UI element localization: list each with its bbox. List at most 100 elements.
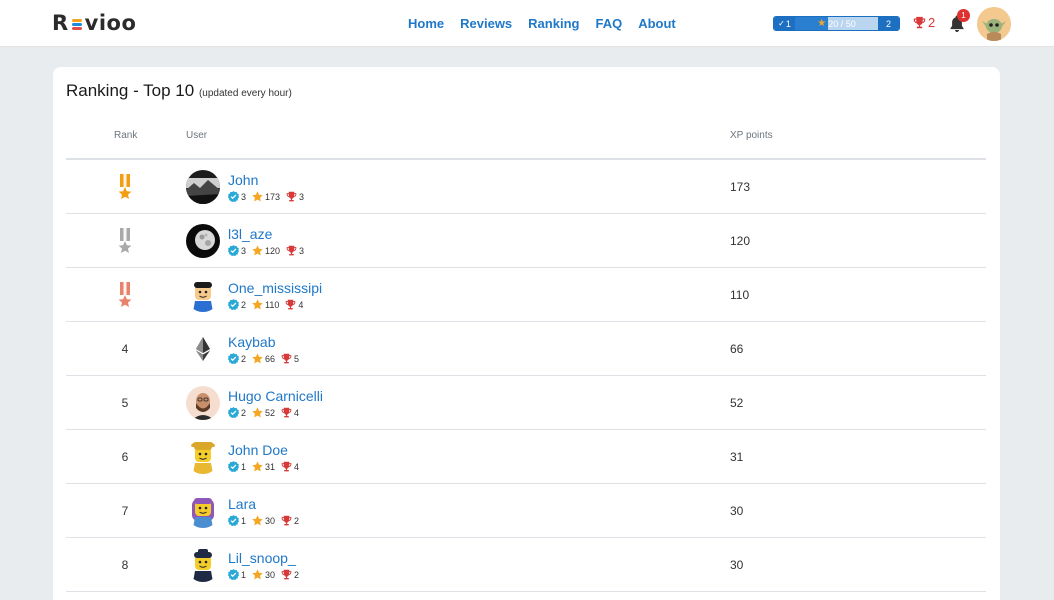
trophy-count: 2 <box>928 15 936 30</box>
ranking-card: Ranking - Top 10 (updated every hour) Ra… <box>53 67 1000 600</box>
xp-cell: 31 <box>730 450 744 464</box>
star-count: 52 <box>265 407 276 418</box>
user-avatar[interactable] <box>186 332 220 366</box>
page-title: Ranking - Top 10 (updated every hour) <box>66 81 292 100</box>
trophy-icon <box>281 353 292 364</box>
star-icon <box>252 299 263 310</box>
user-avatar[interactable] <box>186 278 220 312</box>
update-note: (updated every hour) <box>198 88 292 99</box>
user-avatar[interactable] <box>186 224 220 258</box>
trophy-icon <box>281 407 292 418</box>
rank-cell <box>110 268 140 322</box>
username-link[interactable]: John Doe <box>228 442 288 458</box>
trophy-icon <box>913 16 926 29</box>
verified-count: 3 <box>241 245 247 256</box>
user-avatar[interactable] <box>186 440 220 474</box>
rank-cell: 6 <box>110 430 140 484</box>
xp-cell: 173 <box>730 180 751 194</box>
star-icon <box>252 569 263 580</box>
rank-number: 4 <box>121 342 129 356</box>
username-link[interactable]: Kaybab <box>228 334 275 350</box>
star-count: 30 <box>265 569 276 580</box>
trophy-icon <box>281 515 292 526</box>
username-link[interactable]: l3l_aze <box>228 226 272 242</box>
notification-badge: 1 <box>957 9 970 22</box>
verified-count: 3 <box>241 191 247 202</box>
star-icon <box>252 515 263 526</box>
rank-cell <box>110 214 140 268</box>
verified-count: 2 <box>241 407 247 418</box>
xp-cell: 52 <box>730 396 744 410</box>
nav-ranking[interactable]: Ranking <box>520 14 587 34</box>
user-avatar[interactable] <box>186 494 220 528</box>
verified-icon <box>228 245 239 256</box>
nav-about[interactable]: About <box>630 14 684 34</box>
star-count: 173 <box>265 191 281 202</box>
star-count: 66 <box>265 353 276 364</box>
verified-icon <box>228 407 239 418</box>
table-row: 5 Hugo Carnicelli 2 52 4 52 <box>66 376 986 430</box>
username-link[interactable]: Lara <box>228 496 256 512</box>
rank-cell: 5 <box>110 376 140 430</box>
rank-number: 6 <box>121 450 129 464</box>
top-navbar: R vioo Home Reviews Ranking FAQ About ✓ 1… <box>0 0 1054 47</box>
nav-home[interactable]: Home <box>400 14 452 34</box>
username-link[interactable]: Lil_snoop_ <box>228 550 296 566</box>
trophy-counter[interactable]: 2 <box>913 15 935 30</box>
verified-count: 1 <box>241 515 247 526</box>
next-level: 2 <box>878 17 899 30</box>
username-link[interactable]: One_mississipi <box>228 280 322 296</box>
xp-progress-bar[interactable]: ✓ 1 ★ 20 / 50 2 <box>773 16 900 31</box>
logo-e-mark <box>70 10 84 36</box>
rank-cell: 8 <box>110 538 140 592</box>
username-link[interactable]: John <box>228 172 258 188</box>
trophy-count: 3 <box>299 245 305 256</box>
nav-reviews[interactable]: Reviews <box>452 14 520 34</box>
logo-letters-vioo: vioo <box>84 11 137 35</box>
rank-number: 7 <box>121 504 129 518</box>
rank-cell: 7 <box>110 484 140 538</box>
table-row: 4 Kaybab 2 66 5 66 <box>66 322 986 376</box>
user-stats: 3 173 3 <box>228 191 310 202</box>
star-count: 120 <box>265 245 281 256</box>
xp-progress-text: ★ 20 / 50 <box>817 18 856 29</box>
nav-faq[interactable]: FAQ <box>587 14 630 34</box>
star-icon <box>252 461 263 472</box>
table-header: Rank User XP points <box>66 127 986 160</box>
trophy-count: 4 <box>294 407 300 418</box>
xp-cell: 30 <box>730 504 744 518</box>
user-stats: 2 66 5 <box>228 353 305 364</box>
trophy-count: 2 <box>294 569 300 580</box>
user-avatar[interactable] <box>186 386 220 420</box>
user-stats: 2 110 4 <box>228 299 309 310</box>
trophy-icon <box>281 461 292 472</box>
user-stats: 1 30 2 <box>228 515 305 526</box>
verified-icon <box>228 191 239 202</box>
user-avatar[interactable] <box>977 7 1011 41</box>
username-link[interactable]: Hugo Carnicelli <box>228 388 323 404</box>
star-count: 30 <box>265 515 276 526</box>
silver-medal-icon <box>118 228 132 253</box>
trophy-icon <box>286 191 297 202</box>
revioo-logo[interactable]: R vioo <box>52 10 136 36</box>
rank-number: 5 <box>121 396 129 410</box>
verified-count: 1 <box>241 461 247 472</box>
table-row: l3l_aze 3 120 3 120 <box>66 214 986 268</box>
trophy-icon <box>286 245 297 256</box>
star-icon <box>252 245 263 256</box>
current-level: ✓ 1 <box>774 17 795 30</box>
user-avatar[interactable] <box>186 548 220 582</box>
trophy-icon <box>286 299 296 310</box>
star-icon: ★ <box>817 18 827 29</box>
verified-icon <box>228 299 239 310</box>
trophy-icon <box>281 569 292 580</box>
verified-icon <box>228 515 239 526</box>
table-row: 6 John Doe 1 31 4 31 <box>66 430 986 484</box>
verified-count: 1 <box>241 569 247 580</box>
table-row: John 3 173 3 173 <box>66 160 986 214</box>
check-icon: ✓ <box>778 19 785 28</box>
user-stats: 3 120 3 <box>228 245 310 256</box>
user-avatar[interactable] <box>186 170 220 204</box>
column-header-rank: Rank <box>114 130 138 141</box>
baby-yoda-avatar-icon <box>977 7 1011 41</box>
